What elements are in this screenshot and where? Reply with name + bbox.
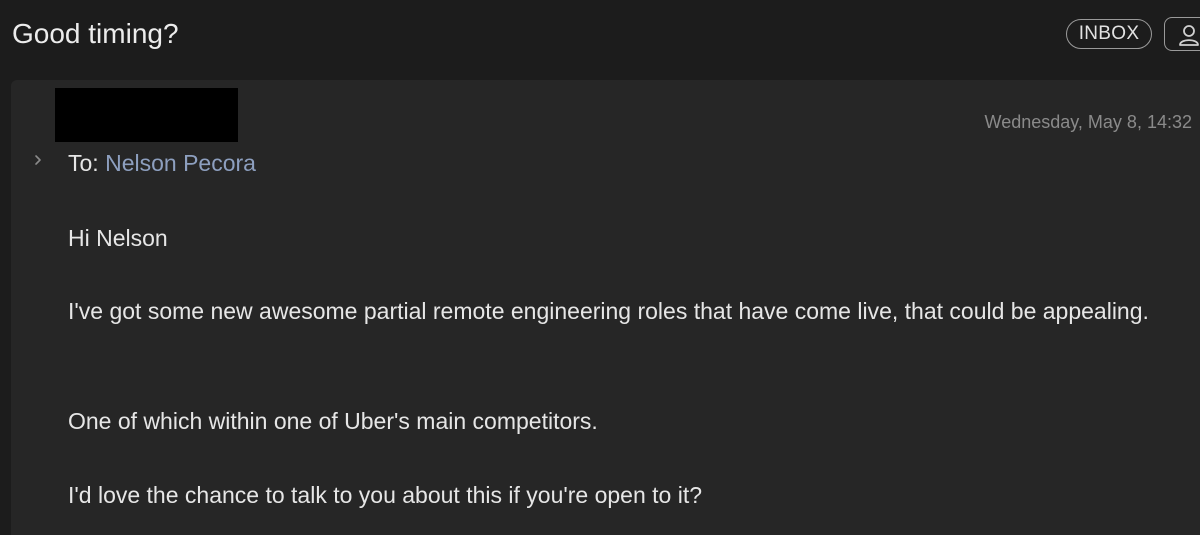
message-subject: Good timing? [12,18,179,49]
body-paragraph: One of which within one of Uber's main c… [68,408,598,434]
body-paragraph: I'd love the chance to talk to you about… [68,482,703,508]
message-header: Good timing? INBOX [0,0,1200,72]
contact-button[interactable] [1164,17,1200,51]
body-paragraph: Hi Nelson [68,225,168,251]
body-paragraph: I've got some new awesome partial remote… [68,298,1149,324]
chevron-right-icon[interactable] [31,150,45,170]
mailbox-badge-inbox[interactable]: INBOX [1066,19,1152,49]
message-date: Wednesday, May 8, 14:32 [984,112,1192,132]
mail-viewer: Good timing? INBOX Wednesday, May 8, 14:… [0,0,1200,535]
message-card: Wednesday, May 8, 14:32 To: Nelson Pecor… [11,80,1200,535]
person-icon [1179,25,1199,46]
recipient-line: To: Nelson Pecora [68,149,256,177]
recipient-name[interactable]: Nelson Pecora [105,150,256,176]
to-label: To: [68,150,99,176]
redacted-sender [55,88,238,142]
